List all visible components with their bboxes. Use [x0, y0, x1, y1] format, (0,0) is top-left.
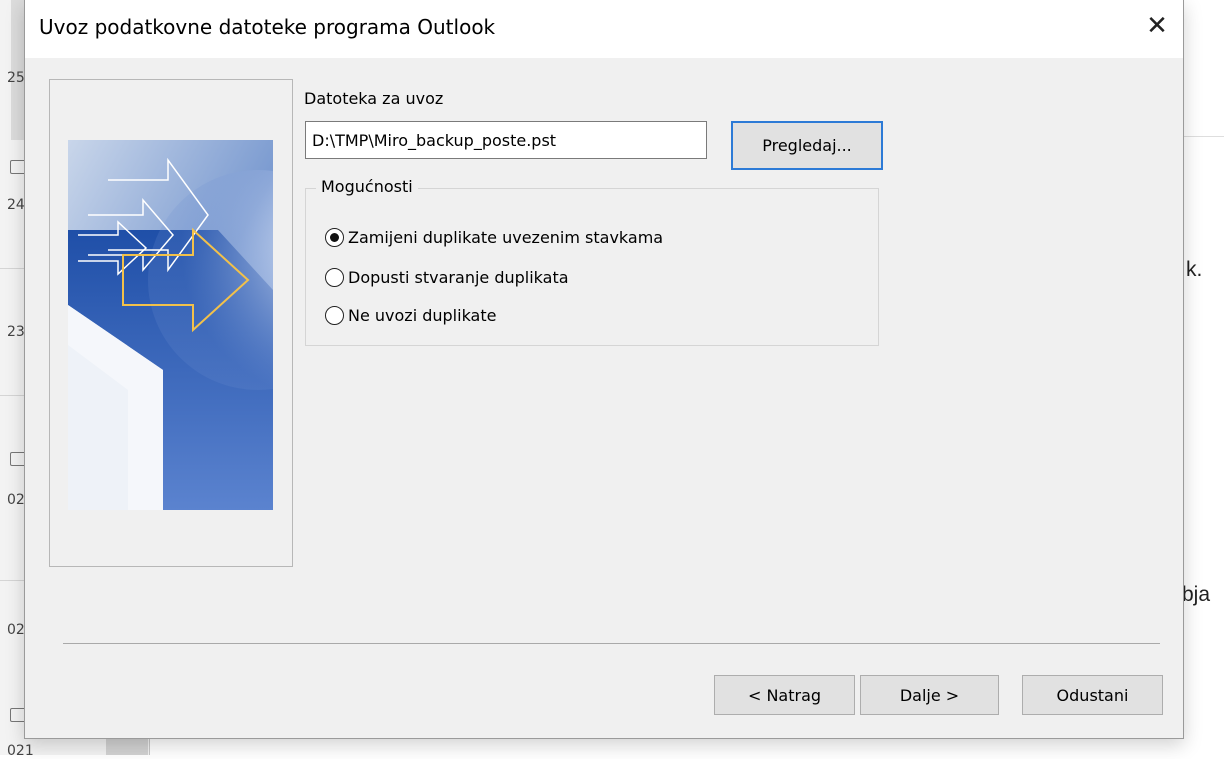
wizard-side-panel [49, 79, 293, 567]
wizard-illustration [68, 140, 273, 510]
background-text-fragment: k. [1186, 258, 1203, 281]
file-label: Datoteka za uvoz [304, 89, 444, 108]
option-allow-duplicates[interactable]: Dopusti stvaranje duplikata [325, 268, 569, 287]
options-legend: Mogućnosti [316, 177, 418, 196]
background-number: 02 [7, 492, 25, 508]
file-path-input[interactable] [305, 121, 707, 159]
close-button[interactable]: ✕ [1131, 0, 1183, 52]
dialog-title: Uvoz podatkovne datoteke programa Outloo… [39, 15, 496, 39]
background-number: 24 [7, 197, 25, 213]
background-reading-pane: k. bja [1182, 0, 1224, 755]
background-number: 02 [7, 622, 25, 638]
next-button[interactable]: Dalje > [860, 675, 999, 715]
option-label: Ne uvozi duplikate [348, 306, 497, 325]
background-number: 23 [7, 324, 25, 340]
background-divider [1182, 136, 1224, 137]
radio-selected-icon[interactable] [325, 228, 344, 247]
radio-unselected-icon[interactable] [325, 268, 344, 287]
back-button[interactable]: < Natrag [714, 675, 855, 715]
option-skip-duplicates[interactable]: Ne uvozi duplikate [325, 306, 496, 325]
browse-button[interactable]: Pregledaj... [731, 121, 883, 170]
option-replace-duplicates[interactable]: Zamijeni duplikate uvezenim stavkama [325, 228, 663, 247]
close-icon: ✕ [1146, 11, 1168, 41]
option-label: Dopusti stvaranje duplikata [348, 268, 569, 287]
radio-unselected-icon[interactable] [325, 306, 344, 325]
background-number: 25 [7, 70, 25, 86]
background-scroll-thumb [106, 737, 148, 755]
dialog-titlebar: Uvoz podatkovne datoteke programa Outloo… [25, 0, 1183, 58]
footer-divider [63, 643, 1160, 644]
cancel-button[interactable]: Odustani [1022, 675, 1163, 715]
import-dialog: Uvoz podatkovne datoteke programa Outloo… [24, 0, 1184, 739]
background-number: 021 [7, 743, 34, 759]
option-label: Zamijeni duplikate uvezenim stavkama [348, 228, 664, 247]
background-text-fragment: bja [1182, 583, 1211, 606]
